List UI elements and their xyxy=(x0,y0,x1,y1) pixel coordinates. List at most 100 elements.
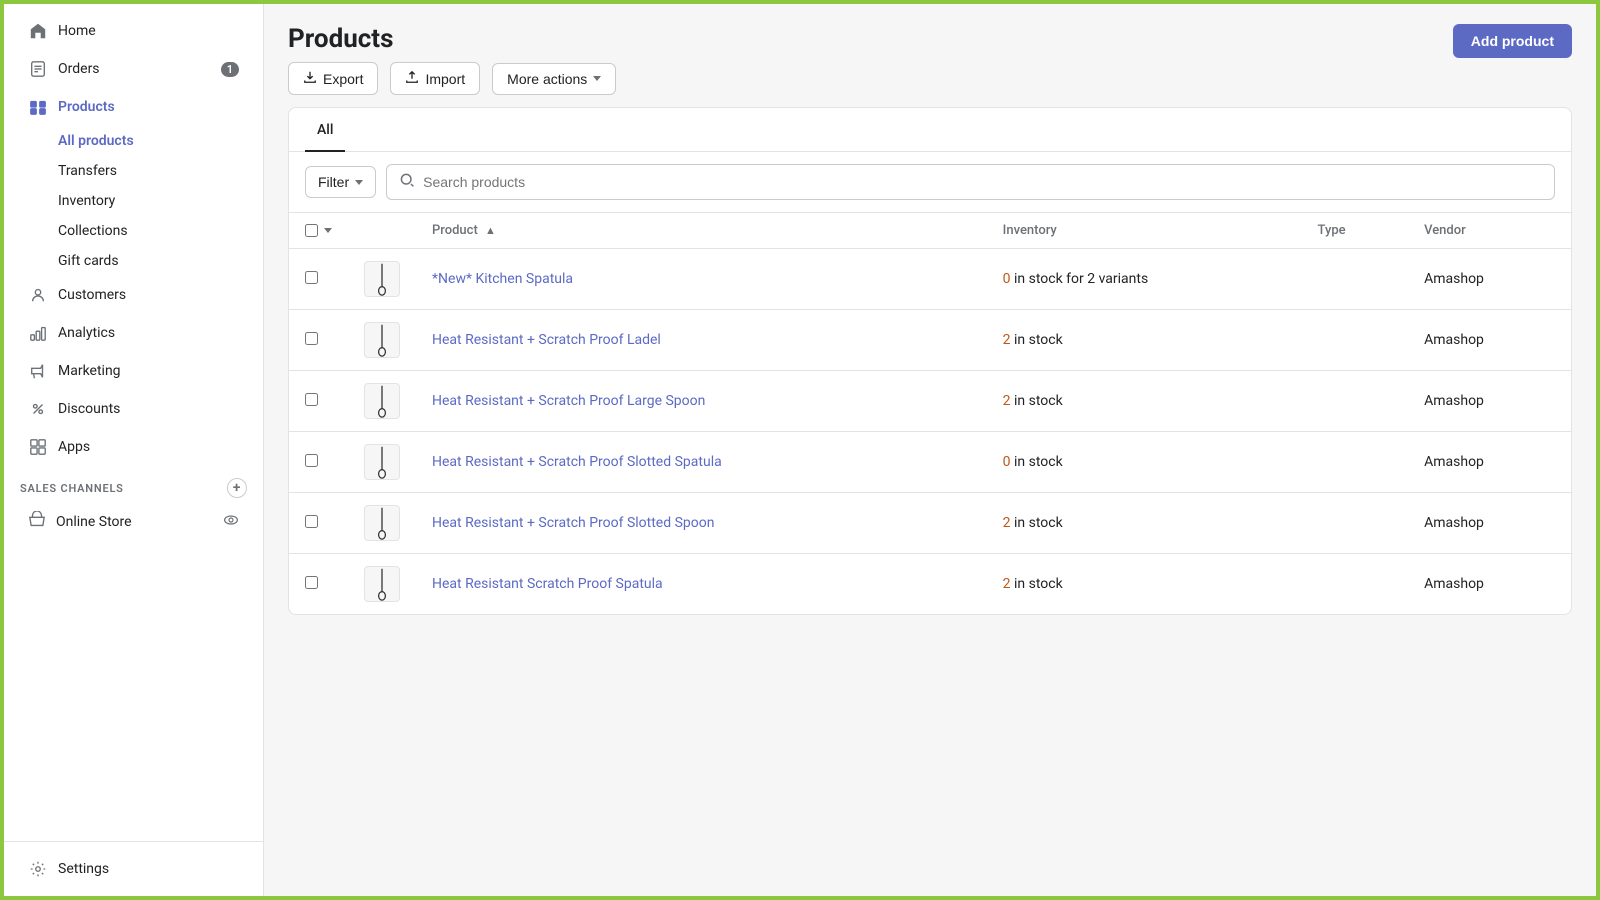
sales-channels-section: SALES CHANNELS + xyxy=(4,466,263,502)
marketing-icon xyxy=(28,361,48,381)
sidebar-item-orders[interactable]: Orders 1 xyxy=(12,51,255,87)
sidebar-item-products[interactable]: Products xyxy=(12,89,255,125)
products-table: Product ▲ Inventory Type Vendor xyxy=(289,213,1571,614)
table-row: Heat Resistant + Scratch Proof Ladel 2 i… xyxy=(289,310,1571,371)
filter-chevron-icon xyxy=(355,180,363,185)
more-actions-button[interactable]: More actions xyxy=(492,63,616,95)
product-name-link[interactable]: Heat Resistant + Scratch Proof Ladel xyxy=(432,332,661,348)
table-row: Heat Resistant + Scratch Proof Large Spo… xyxy=(289,371,1571,432)
th-select-all xyxy=(289,213,348,249)
row-type-cell xyxy=(1302,310,1409,371)
sort-icon: ▲ xyxy=(485,224,496,237)
export-button[interactable]: Export xyxy=(288,62,378,95)
inventory-count: 2 xyxy=(1003,393,1011,409)
row-checkbox[interactable] xyxy=(305,515,318,528)
th-vendor: Vendor xyxy=(1408,213,1571,249)
row-thumbnail-cell xyxy=(348,554,416,615)
sidebar-subitem-inventory[interactable]: Inventory xyxy=(12,187,255,215)
product-name-link[interactable]: Heat Resistant Scratch Proof Spatula xyxy=(432,576,663,592)
product-thumbnail xyxy=(364,322,400,358)
select-all-checkbox[interactable] xyxy=(305,224,318,237)
header-left: Products Export xyxy=(288,24,616,95)
th-product[interactable]: Product ▲ xyxy=(416,213,987,249)
row-checkbox[interactable] xyxy=(305,454,318,467)
add-channel-button[interactable]: + xyxy=(227,478,247,498)
customers-icon xyxy=(28,285,48,305)
row-checkbox-cell xyxy=(289,310,348,371)
row-checkbox[interactable] xyxy=(305,576,318,589)
row-type-cell xyxy=(1302,432,1409,493)
inventory-count: 2 xyxy=(1003,576,1011,592)
inventory-text: in stock xyxy=(1011,515,1063,531)
row-inventory-cell: 2 in stock xyxy=(987,310,1302,371)
eye-icon[interactable] xyxy=(223,512,239,532)
table-row: *New* Kitchen Spatula 0 in stock for 2 v… xyxy=(289,249,1571,310)
product-thumbnail xyxy=(364,444,400,480)
sidebar-subitem-all-products[interactable]: All products xyxy=(12,127,255,155)
tab-all[interactable]: All xyxy=(305,108,345,152)
import-button[interactable]: Import xyxy=(390,62,480,95)
chevron-down-icon xyxy=(593,76,601,81)
sidebar-home-label: Home xyxy=(58,23,96,39)
table-header-row: Product ▲ Inventory Type Vendor xyxy=(289,213,1571,249)
th-inventory: Inventory xyxy=(987,213,1302,249)
sidebar-subitem-transfers[interactable]: Transfers xyxy=(12,157,255,185)
sidebar-subitem-gift-cards[interactable]: Gift cards xyxy=(12,247,255,275)
products-icon xyxy=(28,97,48,117)
main-content: Products Export xyxy=(264,4,1596,896)
product-icon xyxy=(368,567,396,601)
product-icon xyxy=(368,262,396,296)
search-input[interactable] xyxy=(423,174,1542,190)
product-name-link[interactable]: Heat Resistant + Scratch Proof Slotted S… xyxy=(432,515,714,531)
row-thumbnail-cell xyxy=(348,493,416,554)
sidebar-item-discounts[interactable]: Discounts xyxy=(12,391,255,427)
sidebar-item-customers[interactable]: Customers xyxy=(12,277,255,313)
apps-icon xyxy=(28,437,48,457)
export-icon xyxy=(303,70,317,87)
sidebar-item-home[interactable]: Home xyxy=(12,13,255,49)
tabs-bar: All xyxy=(289,108,1571,152)
sidebar-subitem-collections[interactable]: Collections xyxy=(12,217,255,245)
product-thumbnail xyxy=(364,505,400,541)
inventory-count: 2 xyxy=(1003,332,1011,348)
row-type-cell xyxy=(1302,493,1409,554)
analytics-icon xyxy=(28,323,48,343)
sidebar-item-online-store[interactable]: Online Store xyxy=(12,503,255,541)
add-product-button[interactable]: Add product xyxy=(1453,24,1572,58)
inventory-text: in stock xyxy=(1011,454,1063,470)
row-checkbox-cell xyxy=(289,554,348,615)
sidebar-item-settings[interactable]: Settings xyxy=(12,851,255,887)
product-name-link[interactable]: Heat Resistant + Scratch Proof Slotted S… xyxy=(432,454,722,470)
row-inventory-cell: 2 in stock xyxy=(987,493,1302,554)
import-icon xyxy=(405,70,419,87)
product-thumbnail xyxy=(364,383,400,419)
orders-badge: 1 xyxy=(221,62,239,77)
sidebar-item-analytics[interactable]: Analytics xyxy=(12,315,255,351)
row-type-cell xyxy=(1302,371,1409,432)
sidebar-apps-label: Apps xyxy=(58,439,90,455)
sidebar-bottom: Settings xyxy=(4,841,263,888)
row-checkbox[interactable] xyxy=(305,332,318,345)
sidebar-products-label: Products xyxy=(58,99,115,115)
row-type-cell xyxy=(1302,249,1409,310)
product-thumbnail xyxy=(364,261,400,297)
page-header: Products Export xyxy=(264,4,1596,107)
row-checkbox[interactable] xyxy=(305,271,318,284)
settings-icon xyxy=(28,859,48,879)
orders-icon xyxy=(28,59,48,79)
row-product-name-cell: Heat Resistant + Scratch Proof Ladel xyxy=(416,310,987,371)
inventory-count: 0 xyxy=(1003,271,1011,287)
sidebar-item-marketing[interactable]: Marketing xyxy=(12,353,255,389)
inventory-text: in stock xyxy=(1011,576,1063,592)
row-checkbox[interactable] xyxy=(305,393,318,406)
sidebar-item-apps[interactable]: Apps xyxy=(12,429,255,465)
select-dropdown-icon[interactable] xyxy=(324,228,332,233)
product-thumbnail xyxy=(364,566,400,602)
product-name-link[interactable]: Heat Resistant + Scratch Proof Large Spo… xyxy=(432,393,705,409)
product-icon xyxy=(368,506,396,540)
filter-button[interactable]: Filter xyxy=(305,166,376,198)
product-name-link[interactable]: *New* Kitchen Spatula xyxy=(432,271,573,287)
row-vendor-cell: Amashop xyxy=(1408,554,1571,615)
inventory-count: 0 xyxy=(1003,454,1011,470)
search-icon xyxy=(399,172,415,192)
